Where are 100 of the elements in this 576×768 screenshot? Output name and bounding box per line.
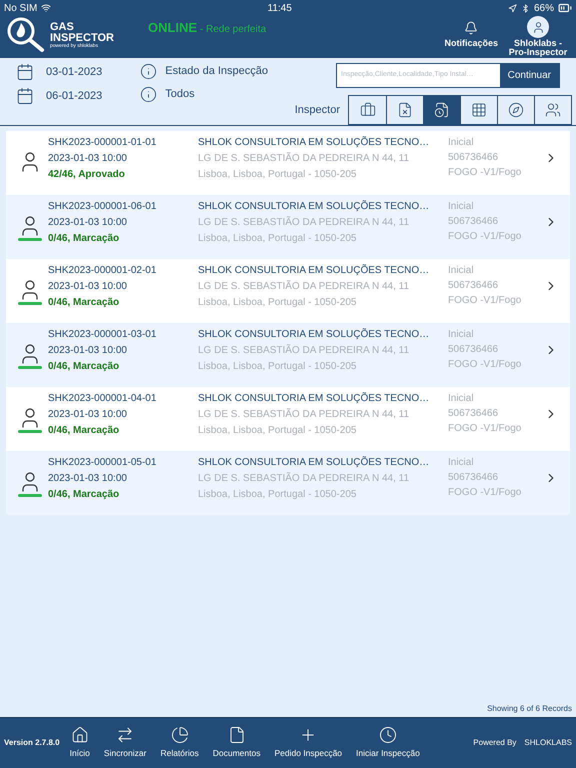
powered-by: Powered By xyxy=(473,737,516,749)
record-row[interactable]: SHK2023-000001-05-01 2023-01-03 10:00 0/46, Marcação SHLOK CONSULTORIA EM SOLUÇÕES TECNO… LG DE S. SEBASTIÃO DA PEDREIRA N 44, 11 Lisboa, Lisboa, Portugal - 1050-205 Inicial 506736466 FOGO -V1/Fogo xyxy=(6,451,570,515)
record-progress: 0/46, Marcação xyxy=(48,361,120,372)
client-name: SHLOK CONSULTORIA EM SOLUÇÕES TECNO… xyxy=(198,137,430,148)
record-code: SHK2023-000001-05-01 xyxy=(48,457,158,468)
category: FOGO -V1/Fogo xyxy=(448,359,522,370)
address: LG DE S. SEBASTIÃO DA PEDREIRA N 44, 11 xyxy=(198,409,410,420)
record-row[interactable]: SHK2023-000001-06-01 2023-01-03 10:00 0/46, Marcação SHLOK CONSULTORIA EM SOLUÇÕES TECNO… LG DE S. SEBASTIÃO DA PEDREIRA N 44, 11 Lisboa, Lisboa, Portugal - 1050-205 Inicial 506736466 FOGO -V1/Fogo xyxy=(6,195,570,259)
notifications-label[interactable]: Notificações xyxy=(444,37,498,50)
battery-level: 66% xyxy=(534,2,554,16)
record-code: SHK2023-000001-04-01 xyxy=(48,393,158,404)
address: LG DE S. SEBASTIÃO DA PEDREIRA N 44, 11 xyxy=(198,345,410,356)
list-cross-icon xyxy=(397,102,413,118)
record-code: SHK2023-000001-02-01 xyxy=(48,265,158,276)
tax-number: 506736466 xyxy=(448,344,500,355)
record-progress: 0/46, Marcação xyxy=(48,297,120,308)
battery-icon xyxy=(558,1,572,15)
online-status: ONLINE xyxy=(148,20,198,35)
nav-button[interactable]: Relatórios xyxy=(160,726,199,760)
home-icon xyxy=(70,726,89,744)
address: LG DE S. SEBASTIÃO DA PEDREIRA N 44, 11 xyxy=(198,153,410,164)
nav-button[interactable]: Iniciar Inspecção xyxy=(356,726,420,760)
locality: Lisboa, Lisboa, Portugal - 1050-205 xyxy=(198,489,358,500)
state-label[interactable]: Estado da Inspecção xyxy=(165,63,268,80)
grid-icon xyxy=(471,102,487,118)
location-icon xyxy=(508,4,517,12)
arrows-icon xyxy=(116,726,134,744)
client-name: SHLOK CONSULTORIA EM SOLUÇÕES TECNO… xyxy=(198,457,430,468)
locality: Lisboa, Lisboa, Portugal - 1050-205 xyxy=(198,297,358,308)
record-row[interactable]: SHK2023-000001-02-01 2023-01-03 10:00 0/46, Marcação SHLOK CONSULTORIA EM SOLUÇÕES TECNO… LG DE S. SEBASTIÃO DA PEDREIRA N 44, 11 Lisboa, Lisboa, Portugal - 1050-205 Inicial 506736466 FOGO -V1/Fogo xyxy=(6,259,570,323)
category: FOGO -V1/Fogo xyxy=(448,423,522,434)
locality: Lisboa, Lisboa, Portugal - 1050-205 xyxy=(198,361,358,372)
bell-icon[interactable] xyxy=(464,21,478,35)
record-row[interactable]: SHK2023-000001-04-01 2023-01-03 10:00 0/46, Marcação SHLOK CONSULTORIA EM SOLUÇÕES TECNO… LG DE S. SEBASTIÃO DA PEDREIRA N 44, 11 Lisboa, Lisboa, Portugal - 1050-205 Inicial 506736466 FOGO -V1/Fogo xyxy=(6,387,570,451)
category: FOGO -V1/Fogo xyxy=(448,487,522,498)
wifi-icon xyxy=(41,3,52,13)
inspector-label: Inspector xyxy=(294,102,340,118)
record-progress: 0/46, Marcação xyxy=(48,425,120,436)
address: LG DE S. SEBASTIÃO DA PEDREIRA N 44, 11 xyxy=(198,473,410,484)
nav-button[interactable]: Sincronizar xyxy=(104,726,146,760)
network-status: - Rede perfeita xyxy=(198,24,266,35)
record-datetime: 2023-01-03 10:00 xyxy=(48,217,128,228)
record-row[interactable]: SHK2023-000001-03-01 2023-01-03 10:00 0/46, Marcação SHLOK CONSULTORIA EM SOLUÇÕES TECNO… LG DE S. SEBASTIÃO DA PEDREIRA N 44, 11 Lisboa, Lisboa, Portugal - 1050-205 Inicial 506736466 FOGO -V1/Fogo xyxy=(6,323,570,387)
nav-button[interactable]: Documentos xyxy=(212,726,260,760)
record-datetime: 2023-01-03 10:00 xyxy=(48,281,128,292)
record-datetime: 2023-01-03 10:00 xyxy=(48,153,128,164)
version-label: Version 2.7.8.0 xyxy=(4,737,60,749)
date-from[interactable]: 03-01-2023 xyxy=(46,64,102,80)
locality: Lisboa, Lisboa, Portugal - 1050-205 xyxy=(198,233,358,244)
list-clock-icon xyxy=(434,102,450,118)
clock-time: 11:45 xyxy=(268,2,292,16)
address: LG DE S. SEBASTIÃO DA PEDREIRA N 44, 11 xyxy=(198,217,410,228)
record-progress: 0/46, Marcação xyxy=(48,233,120,244)
inspection-type: Inicial xyxy=(448,393,475,404)
avatar[interactable] xyxy=(527,16,549,38)
logo-icon xyxy=(6,16,46,54)
record-code: SHK2023-000001-06-01 xyxy=(48,201,158,212)
logo-text: INSPECTOR xyxy=(50,32,114,44)
tax-number: 506736466 xyxy=(448,408,500,419)
carrier: No SIM xyxy=(4,2,38,16)
filter-tab[interactable] xyxy=(423,96,460,124)
inspection-type: Inicial xyxy=(448,201,475,212)
calendar-icon[interactable] xyxy=(16,63,34,81)
document-icon xyxy=(228,726,246,744)
record-datetime: 2023-01-03 10:00 xyxy=(48,473,128,484)
nav-button[interactable]: Pedido Inspecção xyxy=(274,726,342,760)
state-value[interactable]: Todos xyxy=(165,86,195,102)
records-count: Showing 6 of 6 Records xyxy=(487,703,572,715)
compass-icon xyxy=(508,102,524,118)
info-icon xyxy=(140,63,158,80)
record-datetime: 2023-01-03 10:00 xyxy=(48,409,128,420)
clock-icon xyxy=(378,726,397,744)
tax-number: 506736466 xyxy=(448,216,500,227)
briefcase-icon xyxy=(360,102,376,118)
inspection-type: Inicial xyxy=(448,137,475,148)
category: FOGO -V1/Fogo xyxy=(448,231,522,242)
client-name: SHLOK CONSULTORIA EM SOLUÇÕES TECNO… xyxy=(198,265,430,276)
user-name[interactable]: Shloklabs - Pro-Inspector xyxy=(506,39,570,57)
client-name: SHLOK CONSULTORIA EM SOLUÇÕES TECNO… xyxy=(198,393,430,404)
group-icon xyxy=(545,102,561,118)
category: FOGO -V1/Fogo xyxy=(448,295,522,306)
pie-chart-icon xyxy=(170,726,189,744)
client-name: SHLOK CONSULTORIA EM SOLUÇÕES TECNO… xyxy=(198,329,430,340)
client-name: SHLOK CONSULTORIA EM SOLUÇÕES TECNO… xyxy=(198,201,430,212)
date-to[interactable]: 06-01-2023 xyxy=(46,88,102,104)
record-row[interactable]: SHK2023-000001-01-01 2023-01-03 10:00 42/46, Aprovado SHLOK CONSULTORIA EM SOLUÇÕES TECNO… LG DE S. SEBASTIÃO DA PEDREIRA N 44, 11 Lisboa, Lisboa, Portugal - 1050-205 Inicial 506736466 FOGO -V1/Fogo xyxy=(6,131,570,195)
inspection-type: Inicial xyxy=(448,265,475,276)
inspection-type: Inicial xyxy=(448,329,475,340)
logo-text: GAS xyxy=(50,22,75,32)
info-icon xyxy=(140,86,158,103)
record-progress: 0/46, Marcação xyxy=(48,489,120,500)
nav-button[interactable]: Início xyxy=(70,726,90,760)
tax-number: 506736466 xyxy=(448,152,500,163)
record-code: SHK2023-000001-01-01 xyxy=(48,137,158,148)
tax-number: 506736466 xyxy=(448,472,500,483)
locality: Lisboa, Lisboa, Portugal - 1050-205 xyxy=(198,425,358,436)
brand-name: SHLOKLABS xyxy=(524,737,572,749)
bluetooth-icon xyxy=(520,4,530,12)
calendar-icon[interactable] xyxy=(16,87,34,105)
inspection-type: Inicial xyxy=(448,457,475,468)
